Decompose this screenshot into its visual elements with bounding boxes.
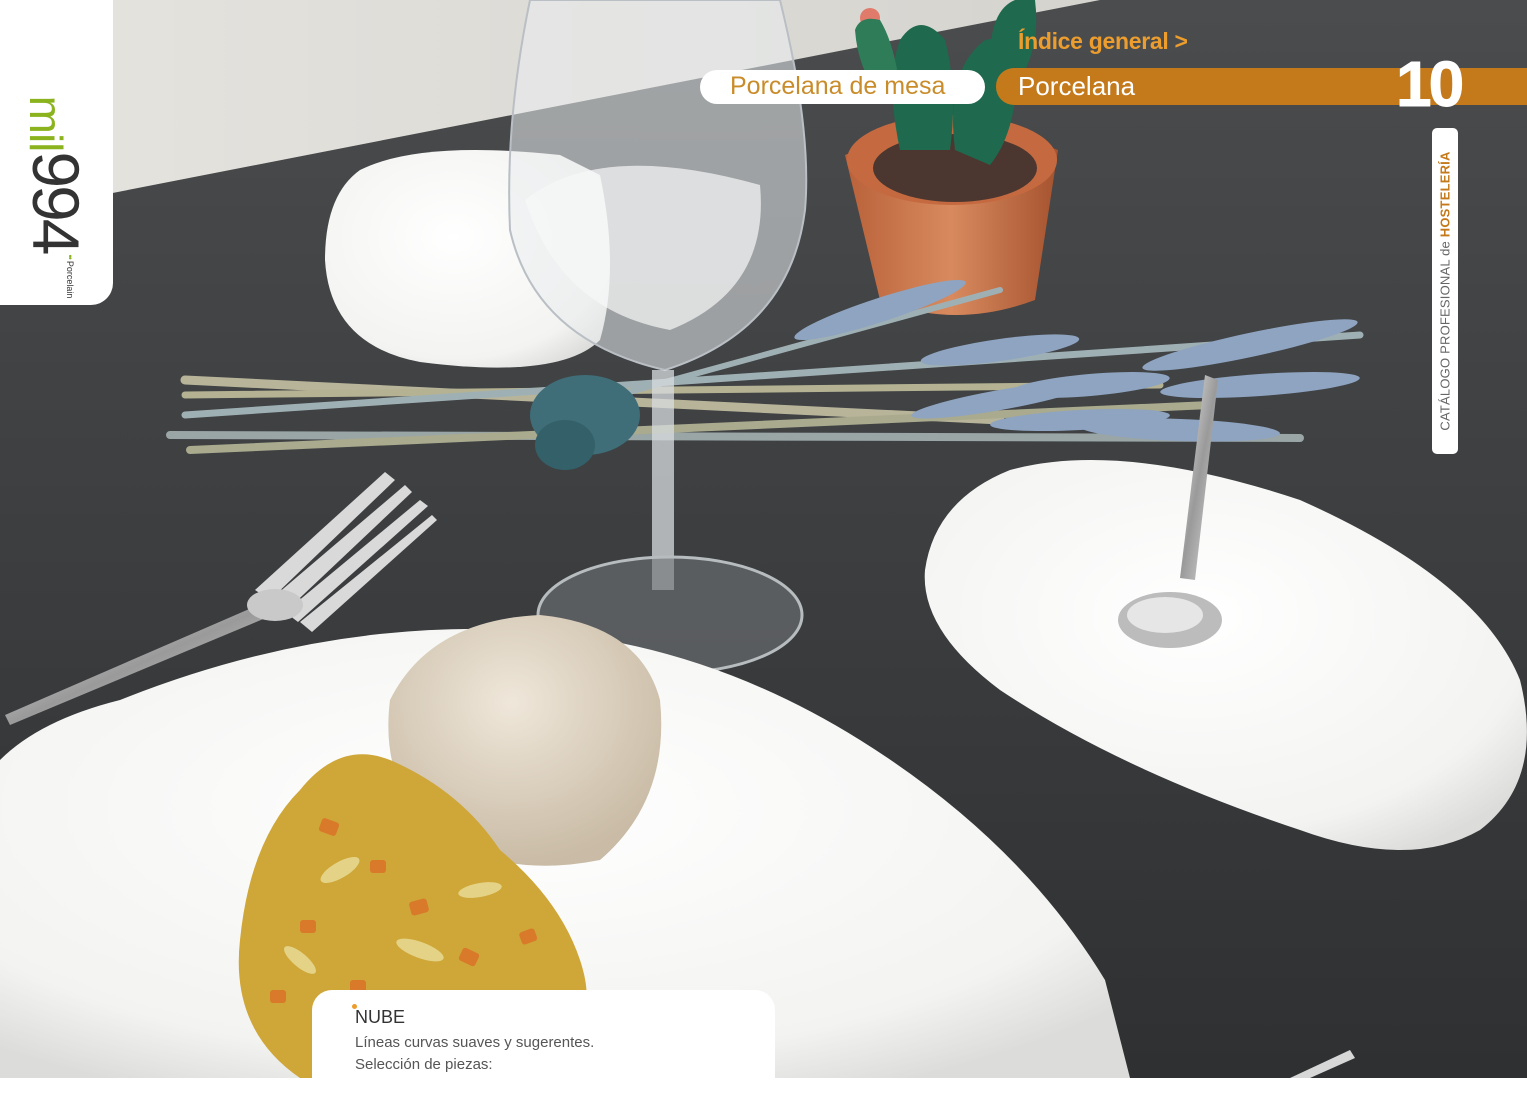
index-link[interactable]: Índice general > bbox=[1018, 28, 1188, 55]
logo-dots: •• bbox=[65, 254, 75, 259]
product-description: Líneas curvas suaves y sugerentes. bbox=[355, 1034, 595, 1051]
breadcrumb-pill[interactable]: Porcelana de mesa bbox=[700, 70, 985, 104]
catalog-label-emphasis: HOSTELERÍA bbox=[1437, 151, 1453, 238]
logo-subtitle-group: •• Porcelain bbox=[65, 255, 75, 299]
catalog-label-prefix: CATÁLOGO PROFESIONAL de bbox=[1437, 237, 1453, 431]
product-selection-label: Selección de piezas: bbox=[355, 1056, 493, 1073]
table-setting-photo bbox=[0, 0, 1527, 1078]
logo-number: 994 bbox=[19, 151, 93, 253]
brand-tab: mil 994 •• Porcelain bbox=[0, 0, 113, 305]
brand-logo[interactable]: mil 994 •• Porcelain bbox=[0, 96, 112, 299]
catalog-label: CATÁLOGO PROFESIONAL de HOSTELERÍA bbox=[1438, 151, 1453, 430]
logo-prefix: mil bbox=[20, 95, 72, 152]
product-name: NUBE bbox=[355, 1007, 406, 1027]
breadcrumb-label: Porcelana de mesa bbox=[730, 72, 946, 100]
section-label: Porcelana bbox=[1018, 71, 1136, 101]
logo-subtitle: Porcelain bbox=[65, 260, 75, 299]
page-number: 10 bbox=[1395, 48, 1464, 120]
product-info-card: NUBE Líneas curvas suaves y sugerentes. … bbox=[312, 990, 775, 1100]
catalog-side-tab: CATÁLOGO PROFESIONAL de HOSTELERÍA bbox=[1432, 128, 1458, 454]
